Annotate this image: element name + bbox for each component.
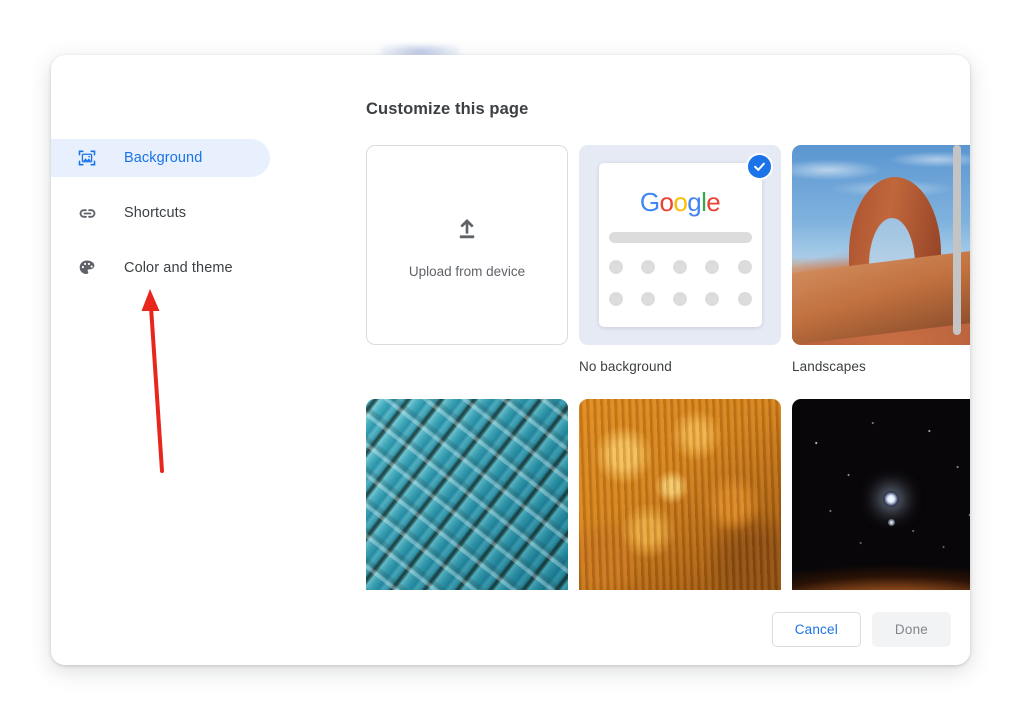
customize-page-dialog: Background Shortcuts Color and theme Cus… bbox=[51, 55, 970, 665]
sidebar-item-label: Background bbox=[124, 150, 203, 166]
space-tile[interactable] bbox=[792, 399, 970, 590]
landscapes-thumbnail[interactable] bbox=[792, 145, 970, 345]
dialog-body: Background Shortcuts Color and theme Cus… bbox=[51, 55, 970, 593]
space-thumbnail[interactable] bbox=[792, 399, 970, 590]
background-tile-grid: Upload from device Google No background … bbox=[366, 145, 970, 590]
cancel-button[interactable]: Cancel bbox=[771, 611, 861, 647]
preview-shortcut-dot bbox=[608, 260, 623, 274]
palette-icon bbox=[76, 257, 98, 279]
ntp-preview: Google bbox=[598, 163, 762, 327]
preview-shortcut-dot bbox=[737, 260, 752, 274]
preview-search-bar bbox=[608, 232, 752, 243]
tile-caption: Landscapes bbox=[792, 359, 866, 374]
sidebar-item-background[interactable]: Background bbox=[51, 139, 270, 177]
preview-shortcut-row bbox=[608, 260, 752, 274]
architecture-tile[interactable] bbox=[366, 399, 568, 590]
no-background-tile[interactable]: Google No background bbox=[579, 145, 781, 374]
bright-star bbox=[882, 491, 899, 507]
done-button: Done bbox=[871, 611, 951, 647]
texture-thumbnail[interactable] bbox=[579, 399, 781, 590]
upload-icon bbox=[451, 211, 483, 248]
preview-shortcut-dot bbox=[640, 260, 655, 274]
sidebar-item-label: Shortcuts bbox=[124, 205, 187, 221]
preview-shortcut-dot bbox=[705, 260, 720, 274]
tile-caption: No background bbox=[579, 359, 672, 374]
preview-shortcut-row bbox=[608, 292, 752, 306]
preview-shortcut-dot bbox=[640, 292, 655, 306]
image-frame-icon bbox=[76, 147, 98, 169]
upload-label: Upload from device bbox=[408, 264, 526, 279]
page-title: Customize this page bbox=[366, 100, 529, 119]
dialog-sidebar: Background Shortcuts Color and theme bbox=[51, 139, 277, 304]
sidebar-item-label: Color and theme bbox=[124, 260, 233, 276]
background-tile-scroll-area: Upload from device Google No background … bbox=[366, 145, 970, 590]
google-logo: Google bbox=[639, 187, 721, 217]
sidebar-item-color-and-theme[interactable]: Color and theme bbox=[51, 249, 270, 287]
dialog-footer: Cancel Done bbox=[51, 593, 970, 665]
upload-card[interactable]: Upload from device bbox=[366, 145, 568, 345]
preview-shortcut-dot bbox=[705, 292, 720, 306]
starfield bbox=[792, 399, 970, 590]
texture-tile[interactable] bbox=[579, 399, 781, 590]
preview-shortcut-dot bbox=[673, 260, 687, 274]
selected-check-icon bbox=[746, 153, 773, 180]
desert-ground bbox=[792, 248, 970, 345]
upload-from-device-tile[interactable]: Upload from device bbox=[366, 145, 568, 374]
landscapes-tile[interactable]: Landscapes bbox=[792, 145, 970, 374]
preview-shortcut-dot bbox=[737, 292, 752, 306]
preview-shortcut-dots bbox=[608, 260, 752, 324]
link-icon bbox=[76, 202, 98, 224]
dim-star bbox=[887, 519, 895, 526]
tile-scrollbar-track[interactable] bbox=[953, 145, 961, 590]
no-background-thumbnail[interactable]: Google bbox=[579, 145, 781, 345]
tile-scrollbar-thumb[interactable] bbox=[953, 145, 961, 335]
dialog-main-panel: Customize this page Upload from device G… bbox=[315, 55, 970, 593]
preview-shortcut-dot bbox=[608, 292, 623, 306]
architecture-thumbnail[interactable] bbox=[366, 399, 568, 590]
preview-shortcut-dot bbox=[673, 292, 687, 306]
sidebar-item-shortcuts[interactable]: Shortcuts bbox=[51, 194, 270, 232]
